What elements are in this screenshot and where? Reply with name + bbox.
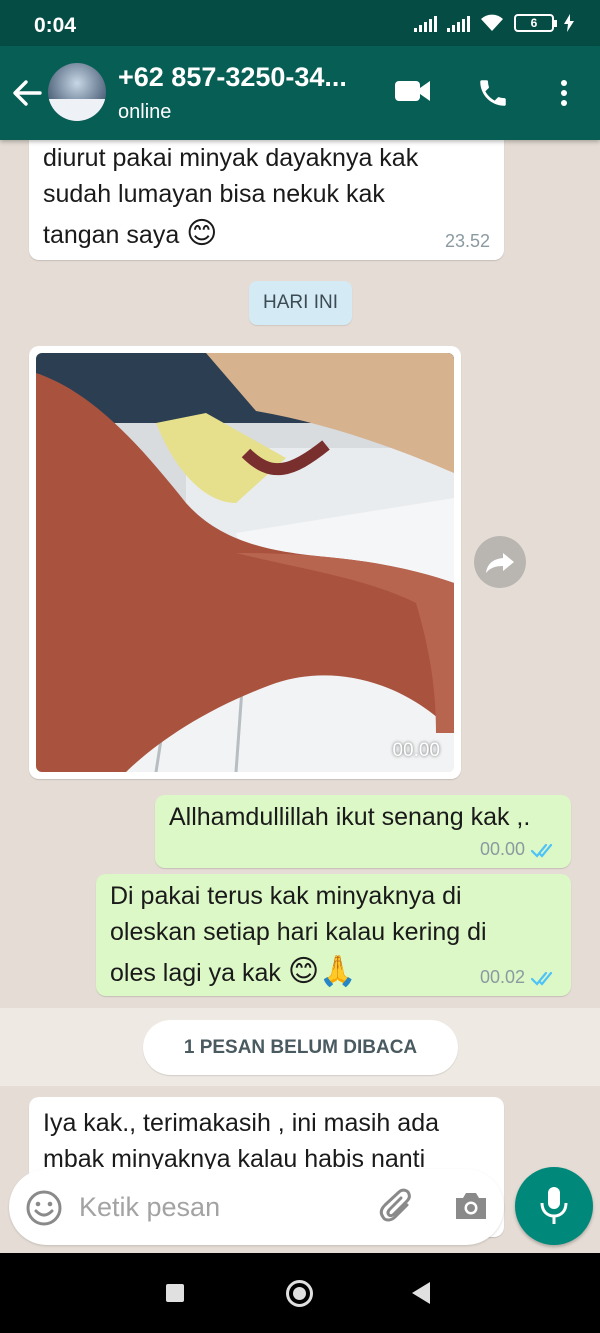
message-time: 00.00 — [479, 839, 525, 859]
message-meta: 00.00 — [480, 839, 557, 860]
video-call-icon[interactable] — [394, 78, 432, 104]
message-meta: 23.52 — [445, 231, 490, 252]
message-line: sudah lumayan bisa nekuk kak — [43, 180, 385, 208]
compose-bar — [9, 1169, 504, 1245]
status-time: 0:04 — [34, 14, 77, 37]
read-ticks-icon — [531, 971, 553, 986]
photo-content — [36, 353, 454, 772]
message-line: tangan saya — [43, 221, 180, 249]
emoji-smile-icon: 😊 — [186, 217, 218, 250]
emoji-smile-pray-icon: 😊🙏 — [287, 955, 357, 988]
mic-button[interactable] — [515, 1167, 593, 1245]
message-incoming[interactable]: diurut pakai minyak dayaknya kak sudah l… — [29, 140, 504, 260]
more-vertical-icon[interactable] — [552, 76, 576, 110]
message-outgoing[interactable]: Di pakai terus kak minyaknya di oleskan … — [96, 874, 571, 996]
battery-level: 6 — [530, 16, 538, 30]
message-input[interactable] — [79, 1187, 359, 1227]
message-outgoing[interactable]: Allhamdullillah ikut senang kak ,. 00.00 — [155, 795, 571, 868]
unread-banner: 1 PESAN BELUM DIBACA — [143, 1020, 458, 1075]
battery-icon: 6 — [514, 14, 557, 32]
photo-image[interactable]: 00.00 — [36, 353, 454, 772]
arrow-left-icon[interactable] — [10, 76, 44, 110]
charging-icon — [564, 14, 574, 32]
message-meta: 00.02 — [480, 967, 557, 988]
home-button[interactable] — [286, 1280, 313, 1307]
signal-icon — [414, 14, 437, 32]
recents-button[interactable] — [166, 1284, 184, 1302]
paperclip-icon[interactable] — [377, 1187, 417, 1227]
message-time: 00.02 — [479, 967, 525, 987]
date-chip: HARI INI — [249, 281, 352, 325]
message-line: Di pakai terus kak minyaknya di — [110, 882, 462, 910]
emoji-icon[interactable] — [25, 1189, 63, 1227]
message-line: Iya kak., terimakasih , ini masih ada — [43, 1109, 439, 1137]
message-text: Allhamdullillah ikut senang kak ,. — [169, 803, 531, 831]
message-time: 23.52 — [444, 231, 490, 251]
status-icons: 6 — [414, 14, 574, 32]
wifi-icon — [481, 14, 503, 31]
forward-icon — [486, 553, 514, 573]
message-photo[interactable]: 00.00 — [29, 346, 461, 779]
back-button[interactable] — [412, 1282, 430, 1304]
message-line: diurut pakai minyak dayaknya kak — [43, 144, 419, 172]
contact-status: online — [118, 101, 172, 123]
contact-name[interactable]: +62 857-3250-34... — [118, 62, 347, 93]
chat-area[interactable]: diurut pakai minyak dayaknya kak sudah l… — [0, 140, 600, 1253]
message-line: oles lagi ya kak — [110, 959, 281, 987]
read-ticks-icon — [531, 843, 553, 858]
forward-button[interactable] — [474, 536, 526, 588]
message-line: oleskan setiap hari kalau kering di — [110, 918, 487, 946]
status-bar: 0:04 6 — [0, 0, 600, 46]
photo-time: 00.00 — [392, 740, 440, 761]
camera-icon[interactable] — [453, 1190, 489, 1222]
phone-icon[interactable] — [476, 76, 510, 110]
system-nav-bar — [0, 1253, 600, 1333]
mic-icon — [540, 1187, 568, 1224]
avatar[interactable] — [48, 63, 106, 121]
chat-header: +62 857-3250-34... online — [0, 46, 600, 140]
signal-icon-2 — [447, 14, 470, 32]
